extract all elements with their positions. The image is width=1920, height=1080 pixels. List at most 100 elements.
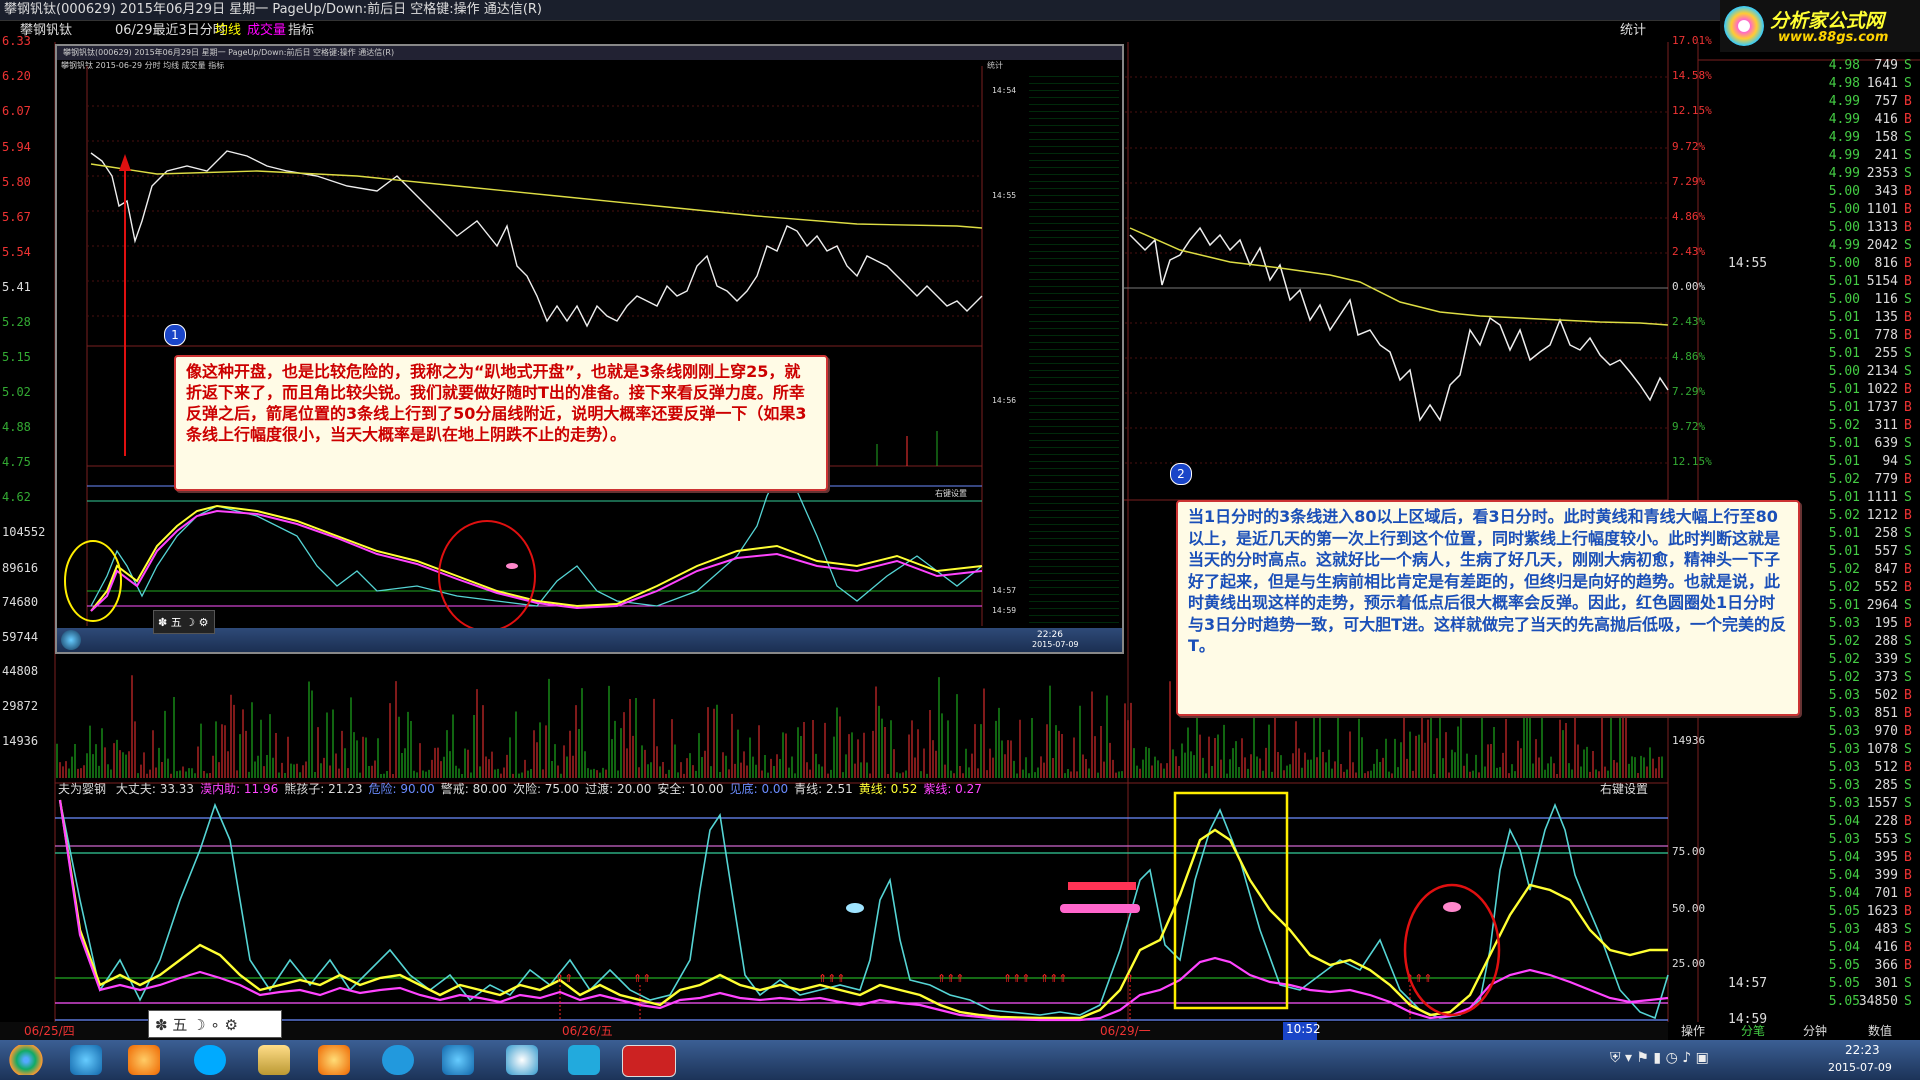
tick-row[interactable]: 5.04 416 B [1700,940,1920,958]
annotation-note-1: 像这种开盘，也是比较危险的，我称之为“趴地式开盘”，也就是3条线刚刚上穿25，就… [174,355,828,491]
tick-volume: 285 [1874,778,1898,793]
cloud-app-icon[interactable] [506,1045,538,1075]
inset-chart [64,66,983,632]
tick-row[interactable]: 5.04 399 B [1700,868,1920,886]
indicator-legend-item: 青线: 2.51 [794,782,853,796]
tick-row[interactable]: 5.01 5154 B [1700,274,1920,292]
clock-date[interactable]: 2015-07-09 [1828,1061,1892,1074]
tick-row[interactable]: 5.00 1313 B [1700,220,1920,238]
tick-row[interactable]: 5.03 512 B [1700,760,1920,778]
tick-side: S [1904,346,1912,361]
tick-volume: 241 [1874,148,1898,163]
paw-app-icon[interactable] [318,1045,350,1075]
tick-volume: 116 [1874,292,1898,307]
tick-row[interactable]: 5.00 343 B [1700,184,1920,202]
tick-side: B [1904,310,1912,325]
tick-row[interactable]: 5.01 94 S [1700,454,1920,472]
tick-row[interactable]: 5.01 135 B [1700,310,1920,328]
volume-tick: 89616 [2,561,39,575]
svg-text:⇑⇑⇑: ⇑⇑⇑ [937,972,965,985]
tick-volume: 816 [1874,256,1898,271]
ie-browser-icon[interactable] [70,1045,102,1075]
tick-volume: 399 [1874,868,1898,883]
price-tick: 5.54 [2,245,31,259]
k-app-icon[interactable] [194,1045,226,1075]
tick-row[interactable]: 5.00 116 S [1700,292,1920,310]
tick-row[interactable]: 5.01 639 S [1700,436,1920,454]
tick-side: B [1904,418,1912,433]
indicator-legend-item: 黄线: 0.52 [858,782,918,796]
tick-side: S [1904,976,1912,991]
tick-row[interactable]: 5.04 395 B [1700,850,1920,868]
tick-row[interactable]: 5.00 2134 S [1700,364,1920,382]
tick-volume: 483 [1874,922,1898,937]
tray-icons[interactable]: ⛨ ▾ ⚑ ▮ ◷ ♪ ▣ [1610,1050,1709,1066]
tick-row[interactable]: 5.03 1078 S [1700,742,1920,760]
tick-volume: 311 [1874,418,1898,433]
tick-row[interactable]: 5.03 970 B [1700,724,1920,742]
tick-side: B [1904,274,1912,289]
tick-row[interactable]: 5.01 778 B [1700,328,1920,346]
indicator-legend: 夫为婴钢 大丈夫: 33.33 漠内助: 11.96 熊孩子: 21.23 危险: 9… [58,780,982,798]
inset-start-icon [61,630,81,650]
start-button-icon[interactable] [8,1045,44,1075]
indicator-right-setting[interactable]: 右键设置 [1600,780,1648,797]
tick-volume: 553 [1874,832,1898,847]
tick-volume: 701 [1874,886,1898,901]
indicator-name[interactable]: 夫为婴钢 [58,782,106,796]
tick-time-marker: 14:55 [1728,256,1768,271]
tick-side: S [1904,598,1912,613]
tick-side: B [1904,400,1912,415]
tick-row[interactable]: 4.98 1641 S [1700,76,1920,94]
tick-row[interactable]: 5.05 34850 S [1700,994,1920,1012]
toolbar-icons[interactable]: ✽ 五 ☽ ∘ ⚙ [155,1014,238,1035]
tick-side: B [1904,868,1912,883]
volume-tick: 59744 [2,630,39,644]
tick-row[interactable]: 5.02 779 B [1700,472,1920,490]
file-explorer-icon[interactable] [258,1045,290,1075]
clock-time[interactable]: 22:23 [1845,1043,1880,1057]
tick-row[interactable]: 5.01 255 S [1700,346,1920,364]
indicator-legend-item: 安全: 10.00 [657,782,724,796]
tick-row[interactable]: 5.03 1557 S [1700,796,1920,814]
tick-row[interactable]: 4.99 757 B [1700,94,1920,112]
tick-side: S [1904,76,1912,91]
tick-side: S [1904,58,1912,73]
svg-text:⇑⇑⇑: ⇑⇑⇑ [1003,972,1031,985]
tick-row[interactable]: 5.00 1101 B [1700,202,1920,220]
tick-row[interactable]: 5.03 553 S [1700,832,1920,850]
volume-tick: 29872 [2,699,39,713]
s-app-icon[interactable] [382,1045,414,1075]
tick-side: B [1904,562,1912,577]
tick-volume: 639 [1874,436,1898,451]
tick-row[interactable]: 5.03 285 S [1700,778,1920,796]
tick-row[interactable]: 4.99 416 B [1700,112,1920,130]
tick-volume: 228 [1874,814,1898,829]
tick-row[interactable]: 4.99 241 S [1700,148,1920,166]
tick-row[interactable]: 4.98 749 S [1700,58,1920,76]
tick-row[interactable]: 5.04 228 B [1700,814,1920,832]
tick-row[interactable]: 5.02 311 B [1700,418,1920,436]
compass-app-icon[interactable] [568,1045,600,1075]
tick-row[interactable]: 5.04 701 B [1700,886,1920,904]
tick-volume: 847 [1874,562,1898,577]
tick-volume: 1078 [1866,742,1898,757]
inset-quote-column [1029,70,1119,626]
tick-row[interactable]: 5.05 366 B [1700,958,1920,976]
tick-row[interactable]: 5.05 1623 B [1700,904,1920,922]
tick-volume: 778 [1874,328,1898,343]
tick-row[interactable]: 5.01 1737 B [1700,400,1920,418]
tick-side: B [1904,688,1912,703]
tick-volume: 851 [1874,706,1898,721]
tick-side: B [1904,508,1912,523]
tick-row[interactable]: 5.01 1022 B [1700,382,1920,400]
stock-software-icon[interactable] [622,1045,676,1077]
tick-volume: 1557 [1866,796,1898,811]
tick-row[interactable]: 4.99 2353 S [1700,166,1920,184]
indicator-legend-item: 危险: 90.00 [368,782,435,796]
media-player-icon[interactable] [128,1045,160,1075]
tick-row[interactable]: 4.99 158 S [1700,130,1920,148]
ie-browser-icon-2[interactable] [442,1045,474,1075]
tick-row[interactable]: 5.03 483 S [1700,922,1920,940]
tick-row[interactable]: 4.99 2042 S [1700,238,1920,256]
